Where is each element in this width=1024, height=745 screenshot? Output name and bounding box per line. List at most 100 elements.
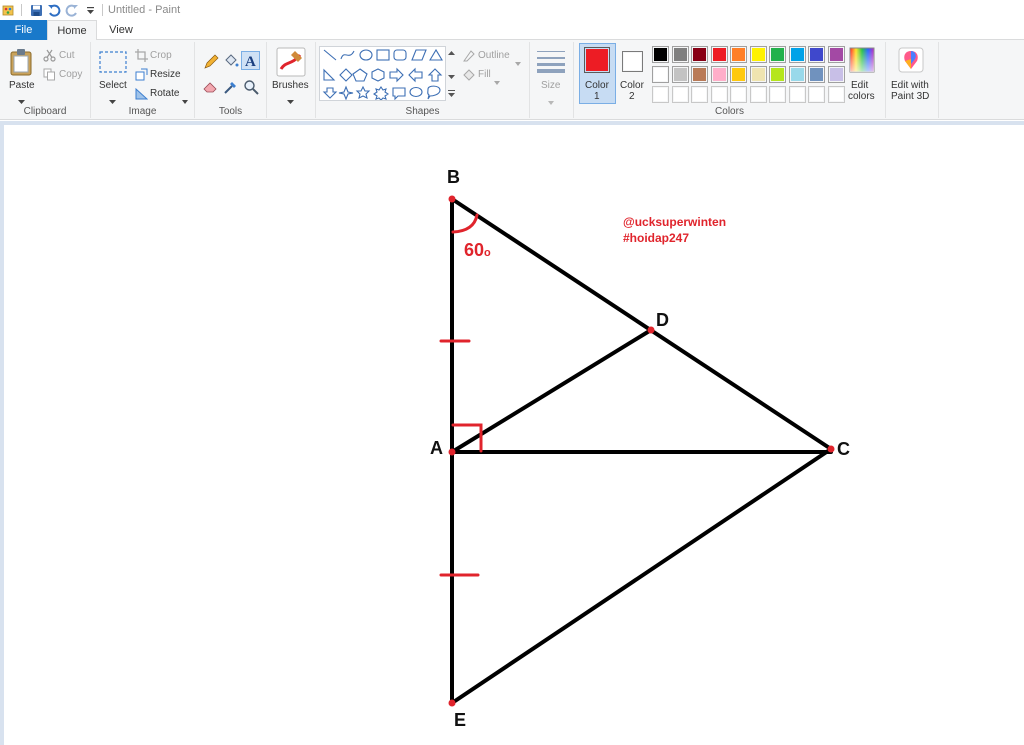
segment-ce [450,447,833,705]
quick-access-divider [21,4,22,16]
canvas-area[interactable]: B D A C E 60o @ucksuperwinten #hoidap247 [0,121,1024,745]
magnifier-icon[interactable] [243,79,259,100]
svg-text:A: A [245,54,256,69]
palette-empty-swatch[interactable] [671,86,689,103]
geometry-drawing [439,195,835,707]
palette-swatch[interactable] [808,66,825,83]
palette-swatch[interactable] [730,46,747,63]
palette-swatch[interactable] [671,46,689,63]
palette-swatch[interactable] [808,46,825,63]
image-group: Select Crop Resize Rotate Image [91,42,195,118]
brushes-button[interactable]: Brushes [272,80,309,91]
fill-bucket-icon[interactable] [223,53,239,74]
color2-swatch[interactable] [622,51,643,72]
crop-button[interactable]: Crop [150,50,172,61]
copy-icon [43,68,56,86]
fill-button[interactable]: Fill [478,69,491,80]
palette-swatch[interactable] [710,46,728,63]
color-picker-icon[interactable] [223,79,239,100]
palette-empty-swatch[interactable] [652,86,669,103]
fill-icon [462,68,476,86]
tools-group: A Tools [195,42,267,118]
customize-quick-access-icon[interactable] [81,1,99,19]
palette-swatch[interactable] [710,66,728,83]
resize-button[interactable]: Resize [150,69,181,80]
tab-home[interactable]: Home [47,20,97,41]
palette-swatch[interactable] [788,46,806,63]
paste-button[interactable]: Paste [9,80,35,91]
brushes-icon[interactable] [276,47,306,82]
size-button[interactable]: Size [541,80,560,91]
paint-window: Untitled - Paint File Home View Paste Cu… [0,0,1024,745]
shapes-gallery[interactable] [319,46,457,101]
outline-dropdown-icon[interactable] [515,53,521,71]
shapes-group-label: Shapes [405,106,440,117]
paint3d-icon[interactable] [898,47,924,80]
edit-colors-label-1[interactable]: Edit [851,80,868,91]
outline-button[interactable]: Outline [478,50,510,61]
eraser-icon[interactable] [203,80,219,99]
palette-swatch[interactable] [769,66,786,83]
fill-dropdown-icon[interactable] [494,72,500,90]
palette-swatch[interactable] [652,46,669,63]
paint3d-label-2[interactable]: Paint 3D [891,91,929,102]
palette-swatch[interactable] [691,66,708,83]
palette-swatch[interactable] [730,66,747,83]
size-icon [536,49,566,78]
save-icon[interactable] [27,1,45,19]
colors-group-label: Colors [715,106,744,117]
vertex-label-b: B [447,167,460,187]
select-icon[interactable] [99,51,127,78]
palette-empty-swatch[interactable] [808,86,825,103]
resize-icon [135,68,148,86]
angle-value: 60 [464,240,485,260]
palette-empty-swatch[interactable] [691,86,708,103]
palette-empty-swatch[interactable] [749,86,767,103]
brushes-dropdown-icon[interactable] [287,92,294,110]
select-button[interactable]: Select [99,80,127,91]
palette-swatch[interactable] [769,46,786,63]
palette-swatch[interactable] [691,46,708,63]
tab-view[interactable]: View [97,20,145,40]
palette-swatch[interactable] [788,66,806,83]
image-group-label: Image [128,106,157,117]
copy-button[interactable]: Copy [59,69,82,80]
palette-swatch[interactable] [749,66,767,83]
pencil-icon[interactable] [203,54,219,75]
palette-swatch[interactable] [671,66,689,83]
palette-empty-swatch[interactable] [730,86,747,103]
palette-swatch[interactable] [652,66,669,83]
clipboard-group: Paste Cut Copy Clipboard [0,42,91,118]
point-e [448,699,456,707]
watermark-line-2: #hoidap247 [623,231,690,245]
ribbon: Paste Cut Copy Clipboard Select Crop Res… [0,40,1024,120]
rotate-button[interactable]: Rotate [150,88,179,99]
shapes-scroll-bar[interactable] [445,46,457,101]
edit-colors-icon[interactable] [849,47,875,78]
paste-icon[interactable] [9,48,33,81]
paint3d-label-1[interactable]: Edit with [891,80,929,91]
paint-app-icon[interactable] [0,1,18,19]
palette-empty-swatch[interactable] [827,86,845,103]
size-dropdown-icon[interactable] [548,92,554,110]
palette-empty-swatch[interactable] [710,86,728,103]
colors-group: Color 1 Color 2 Edit colors Colors [574,42,886,118]
palette-empty-swatch[interactable] [769,86,786,103]
redo-icon[interactable] [63,1,81,19]
undo-icon[interactable] [45,1,63,19]
palette-swatch[interactable] [827,46,845,63]
palette-empty-swatch[interactable] [788,86,806,103]
cut-button[interactable]: Cut [59,50,75,61]
tools-group-label: Tools [218,106,243,117]
point-c [827,445,835,453]
palette-swatch[interactable] [749,46,767,63]
palette-swatch[interactable] [827,66,845,83]
color1-number: 1 [594,91,600,102]
text-tool-icon[interactable]: A [241,51,260,70]
vertex-label-a: A [430,438,443,458]
tab-file[interactable]: File [0,20,47,40]
drawing-canvas[interactable]: B D A C E 60o @ucksuperwinten #hoidap247 [4,125,1024,745]
edit-colors-label-2[interactable]: colors [848,91,875,102]
cut-icon [43,49,56,67]
color1-swatch [584,47,610,73]
